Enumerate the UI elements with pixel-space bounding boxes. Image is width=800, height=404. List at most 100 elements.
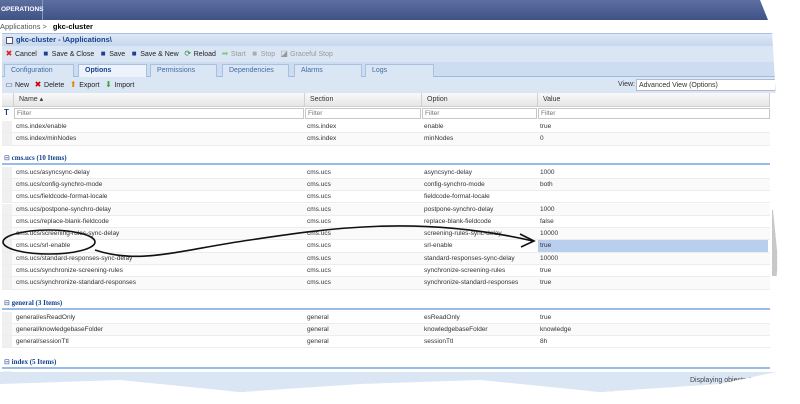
cell-value: false	[540, 217, 554, 225]
delete-icon: ✖	[34, 80, 42, 89]
filter-value-input[interactable]	[538, 108, 770, 119]
toolbar-label: Save & Close	[51, 50, 95, 58]
graceful-stop-button[interactable]: ◪ Graceful Stop	[280, 50, 333, 58]
collapse-icon[interactable]: ⊟	[4, 358, 12, 366]
breadcrumb-parent[interactable]: Applications >	[0, 22, 47, 31]
table-row[interactable]: cms.ucs/config-synchro-mode cms.ucs config…	[2, 178, 770, 192]
cell-name: cms.index/enable	[16, 123, 67, 130]
cell-option: sessionTtl	[424, 338, 454, 346]
table-row[interactable]: cms.ucs/standard-responses-sync-delay cms…	[2, 252, 770, 265]
stop-button[interactable]: ■ Stop	[251, 50, 275, 58]
view-select-value: Advanced View (Options)	[639, 82, 718, 89]
row-gutter	[2, 178, 12, 191]
table-row[interactable]: cms.ucs/postpone-synchro-delay cms.ucs pos…	[2, 203, 770, 216]
table-row[interactable]: cms.ucs/screening-rules-sync-delay cms.uc…	[2, 228, 770, 241]
row-gutter	[2, 323, 12, 336]
cell-value[interactable]: true	[538, 240, 768, 253]
cell-option: synchronize-screening-rules	[424, 267, 506, 274]
cell-option: fieldcode-format-locale	[424, 193, 490, 201]
cell-section: cms.ucs	[307, 193, 331, 201]
cell-name: cms.ucs/asyncsync-delay	[16, 168, 90, 176]
toolbar-label: Save & New	[140, 50, 179, 58]
group-header[interactable]: ⊟ cms.ucs (10 Items)	[2, 151, 770, 165]
row-gutter	[2, 277, 12, 289]
column-header-section[interactable]: Section	[305, 93, 422, 107]
vertical-scrollbar[interactable]	[772, 210, 777, 276]
cell-name: cms.ucs/screening-rules-sync-delay	[16, 230, 120, 238]
tab-permissions[interactable]: Permissions	[150, 64, 217, 77]
start-button[interactable]: ➡ Start	[221, 50, 246, 58]
toolbar-label: Save	[109, 50, 126, 58]
import-label: Import	[114, 81, 135, 89]
cell-name: cms.ucs/standard-responses-sync-delay	[16, 254, 133, 262]
row-gutter-header	[2, 93, 14, 107]
cell-section: general	[307, 325, 329, 333]
tab-bar: Configuration Options Permissions Dependenc…	[2, 62, 778, 77]
application-icon	[6, 37, 13, 44]
new-icon: ▭	[5, 80, 13, 89]
cell-option: standard-responses-sync-delay	[424, 254, 515, 262]
save-close-button[interactable]: ■ Save & Close	[42, 50, 94, 58]
cancel-button[interactable]: ✖ Cancel	[5, 50, 37, 58]
start-icon: ➡	[221, 49, 229, 58]
cell-name: cms.ucs/synchronize-screening-rules	[16, 267, 123, 274]
filter-option-input[interactable]	[422, 108, 537, 119]
options-toolbar: ▭ New ✖ Delete ⬆ Export ⬇ Import View: Advan…	[2, 77, 778, 93]
table-row[interactable]: cms.index/enable cms.index enable true	[2, 121, 770, 134]
cell-value: 0	[540, 135, 544, 143]
filter-section-input[interactable]	[305, 108, 421, 119]
column-header-option[interactable]: Option	[422, 93, 538, 107]
table-row[interactable]: general/knowledgebaseFolder general knowle…	[2, 323, 770, 337]
cell-name: cms.ucs/fieldcode-format-locale	[16, 193, 108, 201]
stop-icon: ■	[252, 49, 258, 58]
cell-value: 10000	[540, 230, 559, 238]
cell-section: cms.ucs	[307, 242, 331, 250]
save-button[interactable]: ■ Save	[99, 50, 125, 58]
cell-section: cms.ucs	[307, 180, 331, 188]
delete-button[interactable]: ✖ Delete	[34, 80, 65, 89]
table-row[interactable]: cms.ucs/replace-blank-fieldcode cms.ucs re…	[2, 215, 770, 229]
table-row[interactable]: general/esReadOnly general esReadOnly true	[2, 311, 770, 324]
table-row[interactable]: cms.ucs/srl-enable cms.ucs srl-enable true	[2, 240, 770, 253]
panel-title: gkc-cluster - \Applications\	[2, 33, 778, 46]
cell-name: cms.ucs/synchronize-standard-responses	[16, 279, 136, 287]
toolbar-label: Stop	[260, 50, 276, 58]
table-row[interactable]: cms.ucs/asyncsync-delay cms.ucs asyncsync-…	[2, 166, 770, 179]
cell-option: screening-rules-sync-delay	[424, 230, 502, 238]
cell-option: knowledgebaseFolder	[424, 325, 488, 333]
import-button[interactable]: ⬇ Import	[104, 81, 134, 89]
table-row[interactable]: cms.ucs/fieldcode-format-locale cms.ucs fi…	[2, 191, 770, 204]
table-row[interactable]: cms.index/minNodes cms.index minNodes 0	[2, 133, 770, 146]
cell-name: cms.ucs/config-synchro-mode	[16, 180, 103, 188]
nav-tab-operations[interactable]: OPERATIONS	[0, 0, 44, 20]
table-row[interactable]: cms.ucs/synchronize-standard-responses cm…	[2, 277, 770, 290]
group-label: general (3 Items)	[11, 298, 63, 307]
tab-alarms[interactable]: Alarms	[294, 64, 362, 77]
view-select[interactable]: Advanced View (Options) ⌄	[636, 79, 778, 91]
group-header[interactable]: ⊟ index (5 Items)	[2, 355, 770, 369]
export-button[interactable]: ⬆ Export	[69, 81, 100, 89]
tab-options[interactable]: Options	[78, 64, 147, 77]
cell-option: enable	[424, 123, 444, 130]
collapse-icon[interactable]: ⊟	[4, 154, 12, 162]
tab-dependencies[interactable]: Dependencies	[222, 64, 289, 77]
column-header-value[interactable]: Value	[538, 93, 770, 107]
graceful-stop-icon: ◪	[280, 49, 288, 58]
tab-logs[interactable]: Logs	[365, 64, 434, 77]
cell-section: general	[307, 313, 329, 321]
reload-button[interactable]: ⟳ Reload	[184, 50, 216, 58]
cell-option: postpone-synchro-delay	[424, 205, 494, 213]
column-header-name[interactable]: Name ▴	[14, 93, 305, 107]
chevron-down-icon[interactable]: ⌄	[775, 80, 778, 91]
filter-name-input[interactable]	[14, 108, 304, 119]
collapse-icon[interactable]: ⊟	[4, 299, 12, 307]
cell-option: asyncsync-delay	[424, 168, 473, 176]
tab-configuration[interactable]: Configuration	[4, 64, 74, 77]
new-button[interactable]: ▭ New	[5, 81, 29, 89]
table-row[interactable]: general/sessionTtl general sessionTtl 8h	[2, 336, 770, 349]
table-row[interactable]: cms.ucs/synchronize-screening-rules cms.u…	[2, 265, 770, 278]
filter-icon[interactable]: T	[4, 108, 9, 117]
save-new-button[interactable]: ■ Save & New	[130, 50, 179, 58]
group-header[interactable]: ⊟ general (3 Items)	[2, 296, 770, 310]
delete-label: Delete	[44, 81, 65, 89]
